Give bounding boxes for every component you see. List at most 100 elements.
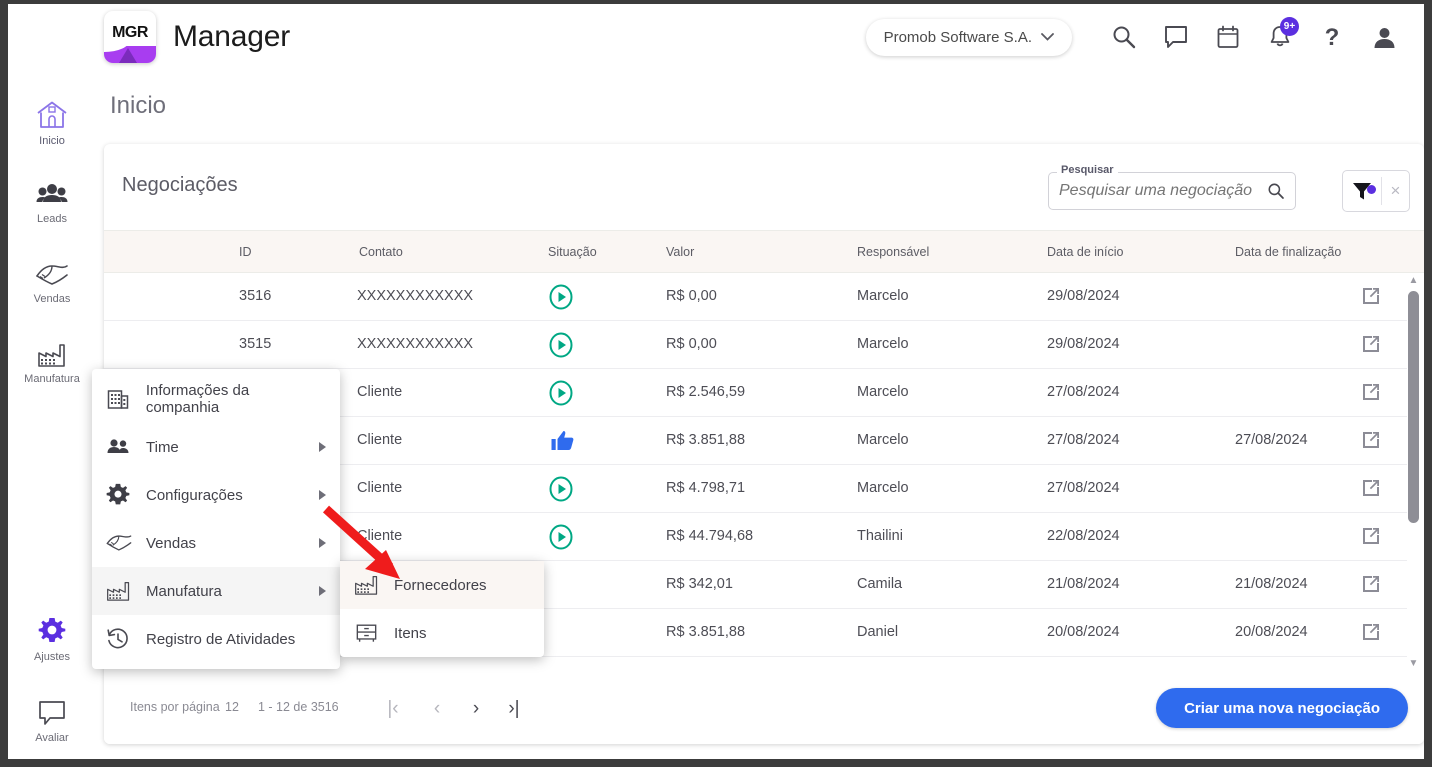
sidebar-item-ajustes[interactable]: Ajustes <box>8 600 96 678</box>
sidebar-item-label: Leads <box>37 212 67 225</box>
menu-item-vendas[interactable]: Vendas <box>92 519 340 567</box>
items-per-page-value[interactable]: 12 <box>225 700 239 714</box>
cell-situacao <box>548 476 574 506</box>
submenu-item-fornecedores[interactable]: Fornecedores <box>340 561 544 609</box>
filter-button[interactable] <box>1343 180 1381 202</box>
chat-icon-button[interactable] <box>1150 13 1202 61</box>
chevron-right-icon <box>319 442 326 452</box>
cell-id: 3516 <box>239 288 272 304</box>
handshake-icon <box>36 264 68 285</box>
play-circle-icon <box>549 524 573 550</box>
column-header-valor[interactable]: Valor <box>666 245 694 259</box>
last-page-button[interactable]: ›| <box>497 692 531 726</box>
column-header-id[interactable]: ID <box>239 245 252 259</box>
cell-responsavel: Marcelo <box>857 384 909 400</box>
table-footer: Itens por página 12 1 - 12 de 3516 |‹ ‹ … <box>104 672 1424 744</box>
external-link-icon <box>1363 288 1379 304</box>
menu-item-time[interactable]: Time <box>92 423 340 471</box>
cell-data-finalizacao: 27/08/2024 <box>1235 432 1308 448</box>
cell-valor: R$ 0,00 <box>666 336 717 352</box>
cell-valor: R$ 0,00 <box>666 288 717 304</box>
thumbs-up-icon <box>551 431 574 450</box>
table-scrollbar[interactable]: ▲ ▼ <box>1407 275 1420 669</box>
help-icon-button[interactable]: ? <box>1306 13 1358 61</box>
sidebar-item-leads[interactable]: Leads <box>8 164 96 242</box>
open-row-button[interactable] <box>1361 430 1381 455</box>
company-selector[interactable]: Promob Software S.A. <box>865 18 1072 56</box>
first-page-button[interactable]: |‹ <box>376 692 410 726</box>
menu-item-registro-de-atividades[interactable]: Registro de Atividades <box>92 615 340 663</box>
filter-group: × <box>1342 170 1410 212</box>
scroll-down-arrow[interactable]: ▼ <box>1408 658 1419 669</box>
open-row-button[interactable] <box>1361 334 1381 359</box>
sidebar-item-manufatura[interactable]: Manufatura <box>8 324 96 402</box>
open-row-button[interactable] <box>1361 622 1381 647</box>
open-row-button[interactable] <box>1361 382 1381 407</box>
calendar-icon-button[interactable] <box>1202 13 1254 61</box>
sidebar-item-vendas[interactable]: Vendas <box>8 244 96 322</box>
create-negotiation-button[interactable]: Criar uma nova negociação <box>1156 688 1408 728</box>
external-link-icon <box>1363 336 1379 352</box>
column-header-data-finalizacao[interactable]: Data de finalização <box>1235 245 1341 259</box>
manufatura-submenu: Fornecedores Itens <box>340 561 544 657</box>
chat-icon <box>1165 26 1187 48</box>
svg-text:?: ? <box>1325 24 1340 50</box>
context-menu: Informações da companhia Time Configuraç… <box>92 369 340 669</box>
sidebar-item-label: Vendas <box>33 292 71 305</box>
cell-situacao <box>548 524 574 554</box>
menu-item-informacoes-da-companhia[interactable]: Informações da companhia <box>92 375 340 423</box>
play-circle-icon <box>549 284 573 310</box>
scrollbar-thumb[interactable] <box>1408 291 1419 523</box>
search-icon-button[interactable] <box>1098 13 1150 61</box>
app-header: MGR Manager Promob Software S.A. 9+ ? <box>8 4 1424 70</box>
prev-page-button[interactable]: ‹ <box>420 692 454 726</box>
menu-item-configuracoes[interactable]: Configurações <box>92 471 340 519</box>
open-row-button[interactable] <box>1361 526 1381 551</box>
user-avatar-button[interactable] <box>1358 13 1410 61</box>
external-link-icon <box>1363 480 1379 496</box>
external-link-icon <box>1363 576 1379 592</box>
cell-responsavel: Marcelo <box>857 336 909 352</box>
sidebar-item-avaliar[interactable]: Avaliar <box>8 682 96 759</box>
search-input[interactable] <box>1059 182 1267 200</box>
submenu-item-label: Fornecedores <box>394 576 487 594</box>
submenu-item-itens[interactable]: Itens <box>340 609 544 657</box>
pagination-range: 1 - 12 de 3516 <box>258 700 339 714</box>
open-row-button[interactable] <box>1361 574 1381 599</box>
table-row[interactable]: 3515 XXXXXXXXXXXX R$ 0,00 Marcelo 29/08/… <box>104 321 1407 369</box>
open-row-button[interactable] <box>1361 478 1381 503</box>
clear-filter-button[interactable]: × <box>1382 181 1409 201</box>
card-title: Negociações <box>122 174 238 196</box>
table-row[interactable]: 3516 XXXXXXXXXXXX R$ 0,00 Marcelo 29/08/… <box>104 273 1407 321</box>
column-header-situacao[interactable]: Situação <box>548 245 597 259</box>
sidebar-item-label: Avaliar <box>35 731 69 744</box>
cell-contato: Cliente <box>357 384 403 400</box>
cell-situacao <box>550 428 576 458</box>
factory-icon <box>354 574 394 596</box>
cell-data-inicio: 22/08/2024 <box>1047 528 1120 544</box>
play-circle-icon <box>549 380 573 406</box>
open-row-button[interactable] <box>1361 286 1381 311</box>
app-logo-icon: MGR <box>104 11 156 63</box>
notifications-button[interactable]: 9+ <box>1254 13 1306 61</box>
next-page-button[interactable]: › <box>459 692 493 726</box>
column-header-contato[interactable]: Contato <box>359 245 403 259</box>
external-link-icon <box>1363 528 1379 544</box>
chevron-down-icon <box>1041 33 1054 41</box>
menu-item-manufatura[interactable]: Manufatura <box>92 567 340 615</box>
search-box[interactable] <box>1048 172 1296 210</box>
cell-data-finalizacao: 20/08/2024 <box>1235 624 1308 640</box>
cell-responsavel: Marcelo <box>857 480 909 496</box>
cell-data-finalizacao: 21/08/2024 <box>1235 576 1308 592</box>
user-avatar-icon <box>1374 27 1394 48</box>
column-header-data-inicio[interactable]: Data de início <box>1047 245 1123 259</box>
help-icon: ? <box>1325 24 1340 50</box>
people-icon <box>106 435 146 459</box>
header-actions: Promob Software S.A. 9+ ? <box>865 13 1424 61</box>
column-header-responsavel[interactable]: Responsável <box>857 245 929 259</box>
cell-responsavel: Marcelo <box>857 432 909 448</box>
search-icon[interactable] <box>1267 181 1285 201</box>
sidebar-item-inicio[interactable]: Inicio <box>8 84 96 162</box>
chevron-right-icon <box>319 538 326 548</box>
scroll-up-arrow[interactable]: ▲ <box>1408 275 1419 286</box>
